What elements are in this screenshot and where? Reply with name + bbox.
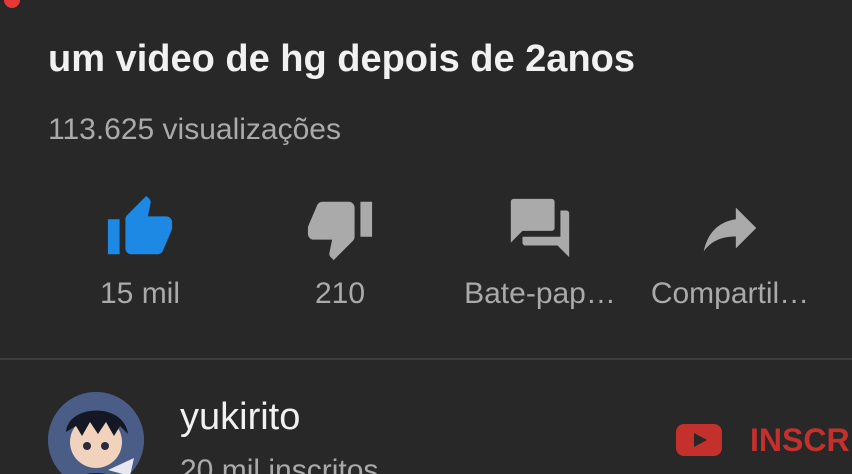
video-title[interactable]: um video de hg depois de 2anos: [48, 38, 635, 81]
like-count: 15 mil: [99, 277, 181, 310]
share-button[interactable]: Compartil…: [630, 185, 830, 325]
dislike-button[interactable]: 210: [240, 185, 440, 325]
thumb-down-icon: [307, 201, 373, 261]
avatar-image: [48, 392, 144, 474]
youtube-play-icon: [676, 424, 722, 456]
chat-icon: [510, 198, 570, 258]
action-bar: 15 mil 210 Bate-pap… Compartil…: [40, 185, 840, 325]
dislike-count: 210: [314, 277, 366, 310]
channel-avatar[interactable]: [48, 392, 144, 474]
subscribe-label: INSCR: [750, 422, 850, 458]
view-count: 113.625 visualizações: [48, 113, 341, 146]
share-label: Compartil…: [650, 277, 810, 310]
video-details-panel: um video de hg depois de 2anos 113.625 v…: [0, 0, 852, 474]
channel-row[interactable]: yukirito 20 mil inscritos INSCR: [0, 360, 852, 474]
subscribe-button[interactable]: INSCR: [676, 422, 852, 466]
chat-button[interactable]: Bate-pap…: [440, 185, 640, 325]
subscriber-count: 20 mil inscritos: [180, 454, 379, 474]
share-icon: [703, 207, 757, 252]
thumb-up-icon: [107, 195, 173, 255]
channel-name[interactable]: yukirito: [180, 396, 300, 439]
chat-label: Bate-pap…: [464, 277, 616, 310]
notification-dot: [4, 0, 20, 8]
like-button[interactable]: 15 mil: [40, 185, 240, 325]
